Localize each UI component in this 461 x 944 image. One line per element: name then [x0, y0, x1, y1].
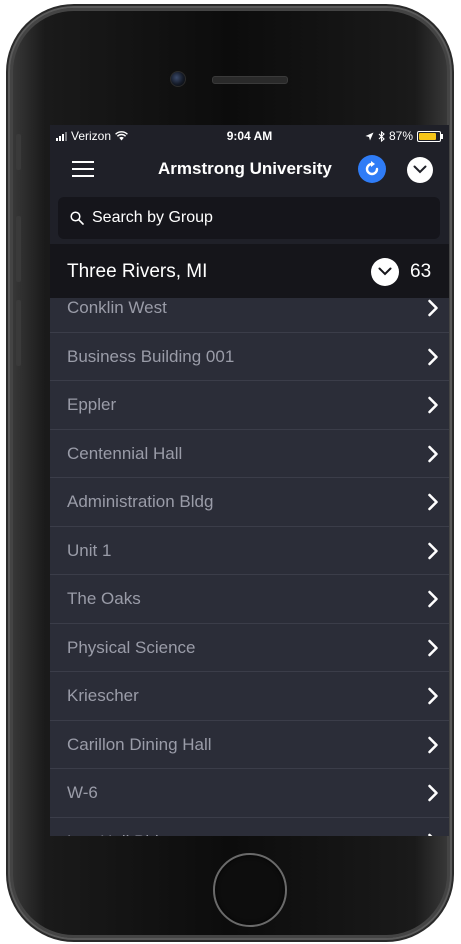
list-item-label: Kriescher	[67, 686, 139, 705]
list-item-label: Physical Science	[67, 637, 196, 657]
chevron-right-icon	[428, 445, 438, 462]
app-screen: Verizon 9:04 AM 87% Armstrong University…	[50, 125, 449, 836]
location-icon	[365, 132, 374, 140]
home-button[interactable]	[213, 853, 287, 927]
account-dropdown-button[interactable]	[407, 157, 433, 183]
chevron-right-icon	[428, 687, 438, 705]
chevron-right-icon	[428, 590, 438, 608]
list-item[interactable]: Lee Hall Bldg	[50, 818, 449, 837]
hamburger-icon[interactable]	[72, 161, 94, 177]
chevron-right-icon	[428, 542, 438, 559]
list-item-label: Centennial Hall	[67, 443, 183, 463]
volume-down-button	[16, 300, 21, 366]
search-bar	[58, 197, 440, 239]
earpiece-speaker	[212, 76, 288, 84]
battery-icon	[417, 130, 443, 142]
front-camera	[170, 71, 186, 87]
list-item-label: Business Building 001	[67, 346, 235, 366]
chevron-down-icon	[413, 165, 427, 174]
chevron-right-icon	[428, 639, 438, 656]
search-icon	[70, 211, 84, 225]
list-item-label: Conklin West	[67, 298, 167, 317]
list-item-label: Lee Hall Bldg	[67, 832, 168, 837]
list-item-label: The Oaks	[67, 589, 141, 608]
chevron-right-icon	[428, 299, 438, 317]
list-item[interactable]: Physical Science	[50, 624, 449, 672]
list-item-label: W-6	[67, 783, 98, 802]
battery-percent: 87%	[388, 129, 413, 143]
page-title: Armstrong University	[158, 159, 332, 178]
list-item[interactable]: Eppler	[50, 381, 449, 430]
status-bar: Verizon 9:04 AM 87%	[50, 125, 449, 147]
group-toggle-button[interactable]	[371, 258, 399, 286]
list-item-label: Carillon Dining Hall	[67, 734, 212, 754]
chevron-right-icon	[428, 348, 438, 365]
list-item-label: Unit 1	[67, 540, 112, 560]
phone-frame: Verizon 9:04 AM 87% Armstrong University…	[10, 8, 450, 938]
refresh-icon	[365, 161, 379, 176]
list-item[interactable]: Business Building 001	[50, 333, 449, 381]
chevron-right-icon	[428, 396, 438, 414]
nav-bar: Armstrong University	[50, 147, 449, 191]
list-item-label: Administration Bldg	[67, 492, 214, 511]
group-count: 63	[410, 261, 432, 282]
refresh-button[interactable]	[358, 155, 386, 183]
bluetooth-icon	[378, 130, 385, 142]
chevron-right-icon	[428, 833, 433, 836]
chevron-down-icon	[378, 267, 392, 276]
list-item[interactable]: Unit 1	[50, 527, 449, 575]
top-bar: Verizon 9:04 AM 87% Armstrong University…	[50, 125, 449, 244]
building-list: Conklin West Business Building 001 Eppler C…	[50, 284, 449, 836]
mute-switch	[16, 134, 21, 170]
chevron-right-icon	[428, 493, 438, 511]
group-name: Three Rivers, MI	[67, 261, 208, 282]
group-header[interactable]: Three Rivers, MI 63	[50, 244, 449, 298]
list-item[interactable]: The Oaks	[50, 575, 449, 624]
list-item[interactable]: Administration Bldg	[50, 478, 449, 527]
list-item[interactable]: Centennial Hall	[50, 430, 449, 478]
chevron-right-icon	[428, 784, 438, 802]
volume-up-button	[16, 216, 21, 282]
chevron-right-icon	[428, 736, 438, 753]
list-item[interactable]: Carillon Dining Hall	[50, 721, 449, 769]
list-item-label: Eppler	[67, 395, 117, 414]
search-input[interactable]	[90, 208, 424, 228]
list-item[interactable]: Kriescher	[50, 672, 449, 721]
list-item[interactable]: W-6	[50, 769, 449, 818]
